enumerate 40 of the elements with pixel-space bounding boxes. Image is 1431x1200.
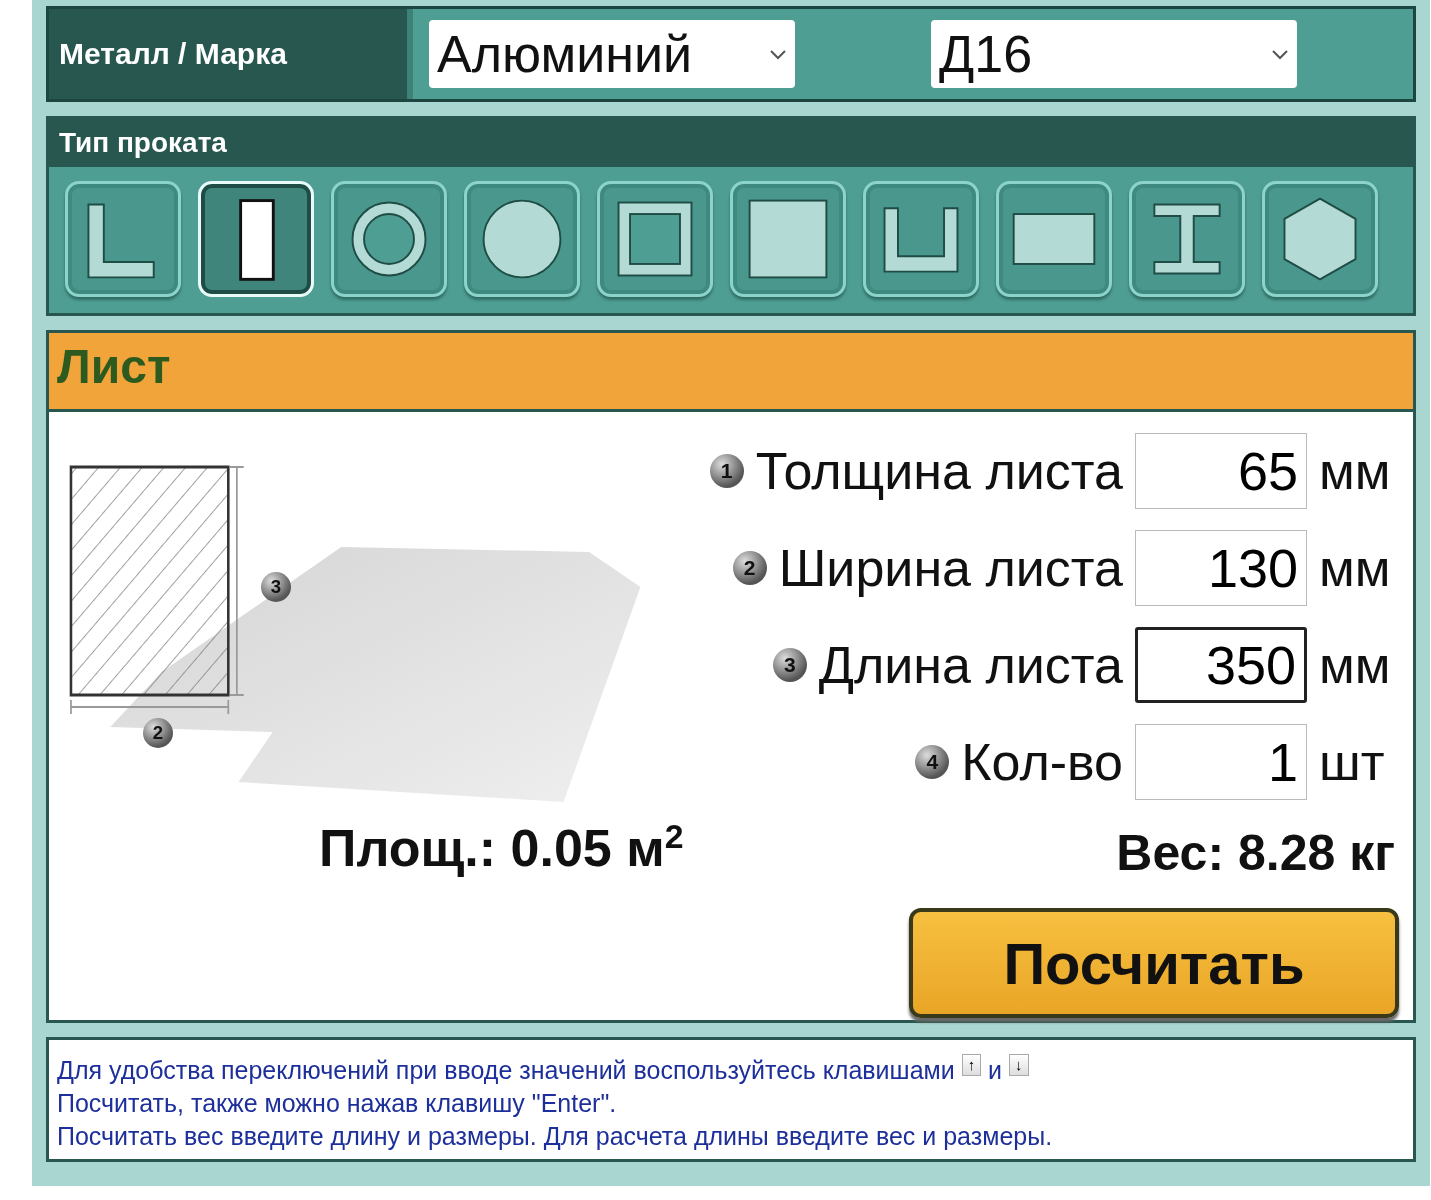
field-label: Ширина листа [778, 537, 1123, 598]
number-badge: 3 [772, 647, 807, 682]
section-title: Лист [49, 333, 1413, 412]
panel-title: Тип проката [49, 119, 1413, 167]
chevron-down-icon [769, 48, 787, 60]
chevron-down-icon [1271, 48, 1289, 60]
area-result: Площ.: 0.05 м$^{2}$ [319, 817, 684, 879]
number-input[interactable]: 65 [1135, 432, 1307, 509]
profile-button[interactable] [996, 181, 1112, 297]
number-badge: 2 [732, 550, 767, 585]
profile-button[interactable] [597, 181, 713, 297]
profile-button[interactable] [863, 181, 979, 297]
profile-button[interactable] [331, 181, 447, 297]
arrow-down-key: ↓ [1009, 1054, 1029, 1076]
number-input[interactable]: 1 [1135, 723, 1307, 800]
unit-label: мм [1319, 537, 1392, 598]
field-label: Кол-во [961, 731, 1123, 792]
number-badge: 4 [915, 744, 950, 779]
info-text: Посчитать, также можно нажав клавишу "Enter". [57, 1089, 617, 1117]
number-input[interactable]: 130 [1135, 529, 1307, 606]
number-input[interactable]: 350 [1135, 626, 1307, 703]
info-text: Для удобства переключений при вводе значений воспользуйтесь клавишами [57, 1056, 955, 1084]
unit-label: мм [1319, 634, 1392, 695]
field-label: Толщина листа [755, 440, 1123, 501]
info-text: Посчитать вес введите длину и размеры. Для расчета длины введите вес и размеры. [57, 1122, 1053, 1150]
profile-button[interactable] [65, 181, 181, 297]
weight-result: Вес: 8.28 кг [1116, 824, 1395, 882]
metal-select[interactable]: Алюминий [429, 20, 795, 88]
calculate-button[interactable]: Посчитать [909, 908, 1399, 1018]
number-badge: 3 [261, 572, 291, 602]
profile-button[interactable] [1129, 181, 1245, 297]
arrow-up-key: ↑ [961, 1054, 982, 1076]
info-text: и [988, 1056, 1003, 1084]
number-badge: 2 [143, 718, 173, 748]
number-badge: 1 [709, 453, 744, 488]
field-label: Длина листа [818, 634, 1123, 695]
unit-label: мм [1319, 440, 1392, 501]
unit-label: шт [1319, 731, 1386, 792]
grade-select[interactable]: Д16 [931, 20, 1297, 88]
profile-button[interactable] [730, 181, 846, 297]
